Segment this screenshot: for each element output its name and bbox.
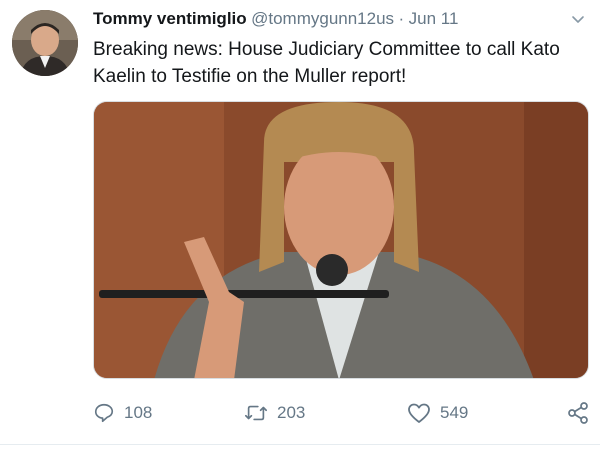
avatar[interactable] [12, 10, 78, 76]
reply-count: 108 [124, 403, 153, 422]
share-icon [568, 402, 588, 424]
retweet-button[interactable]: 203 [244, 400, 305, 426]
tweet-actions: 108 203 549 [93, 400, 593, 426]
reply-button[interactable]: 108 [93, 400, 152, 426]
user-handle[interactable]: @tommygunn12us [251, 9, 394, 28]
tweet-media-image[interactable] [93, 101, 589, 379]
retweet-count: 203 [277, 403, 306, 422]
retweet-icon [245, 405, 267, 421]
tweet-card[interactable]: Tommy ventimiglio @tommygunn12us · Jun 1… [0, 0, 600, 450]
share-button[interactable] [566, 400, 590, 426]
reply-icon [94, 403, 114, 423]
chevron-down-icon[interactable] [570, 12, 586, 28]
separator-dot: · [398, 9, 405, 28]
tweet-date[interactable]: Jun 11 [409, 9, 459, 28]
divider [0, 444, 600, 445]
testimony-photo [94, 102, 588, 378]
heart-icon [408, 403, 430, 423]
avatar-photo [12, 10, 78, 76]
tweet-text: Breaking news: House Judiciary Committee… [93, 39, 560, 87]
tweet-header: Tommy ventimiglio @tommygunn12us · Jun 1… [93, 9, 583, 33]
like-count: 549 [440, 403, 469, 422]
like-button[interactable]: 549 [407, 400, 468, 426]
display-name[interactable]: Tommy ventimiglio [93, 9, 247, 28]
